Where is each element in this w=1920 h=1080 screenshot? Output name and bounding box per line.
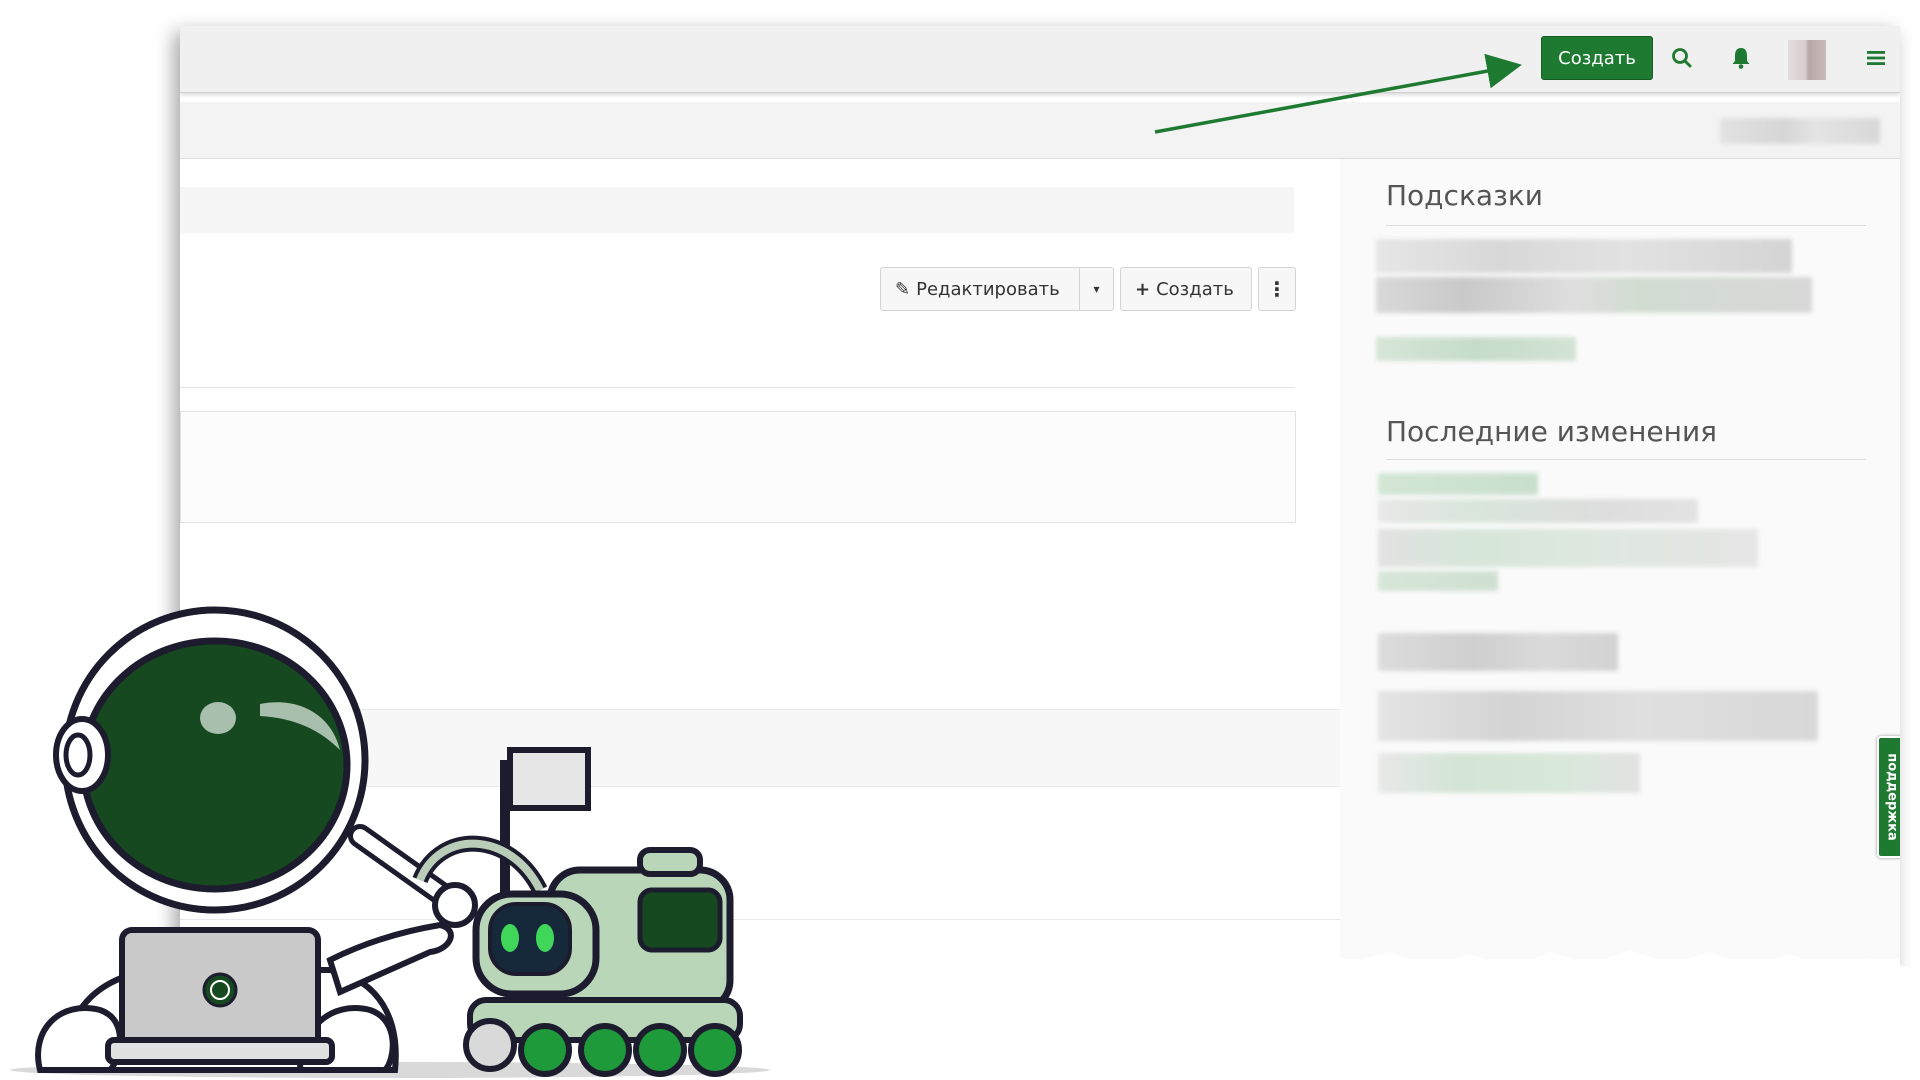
divider [180, 387, 1294, 388]
vertical-dots-icon: ⋮ [1267, 277, 1287, 301]
caret-down-icon: ▾ [1093, 282, 1100, 296]
recent-item-blurred [1378, 529, 1758, 567]
create-button-top[interactable]: Создать [1541, 36, 1653, 80]
recent-item-blurred [1378, 633, 1618, 671]
recent-changes-title: Последние изменения [1386, 415, 1718, 448]
create-button-label: Создать [1156, 278, 1234, 300]
hint-link-blurred [1376, 337, 1576, 361]
content-panel [180, 411, 1296, 523]
hint-text-blurred [1376, 277, 1812, 313]
support-tab[interactable]: поддержка [1877, 736, 1900, 858]
edit-button-label: Редактировать [916, 278, 1060, 300]
plus-icon: + [1135, 278, 1151, 300]
recent-item-blurred [1378, 753, 1640, 793]
divider [1386, 459, 1866, 460]
divider [1386, 225, 1866, 226]
page-title-strip [180, 187, 1294, 233]
hint-text-blurred [1376, 239, 1792, 273]
user-avatar[interactable] [1788, 40, 1826, 80]
search-icon[interactable] [1668, 44, 1696, 72]
bell-icon[interactable] [1727, 44, 1755, 72]
breadcrumb-blurred [1720, 118, 1880, 144]
create-button[interactable]: + Создать [1120, 267, 1252, 311]
recent-item-blurred [1378, 473, 1538, 495]
recent-item-blurred [1378, 499, 1698, 523]
more-options-button[interactable]: ⋮ [1258, 267, 1296, 311]
hints-title: Подсказки [1386, 179, 1544, 212]
edit-dropdown-toggle[interactable]: ▾ [1080, 267, 1114, 311]
pencil-icon: ✎ [895, 278, 911, 300]
menu-icon[interactable] [1862, 44, 1890, 72]
recent-item-blurred [1378, 571, 1498, 591]
breadcrumb-bar [180, 102, 1900, 159]
recent-item-blurred [1378, 691, 1818, 741]
right-sidebar: Подсказки Последние изменения [1340, 159, 1900, 959]
page-actions: ✎ Редактировать ▾ + Создать ⋮ [880, 267, 1296, 311]
edit-split-button: ✎ Редактировать ▾ [880, 267, 1114, 311]
edit-button[interactable]: ✎ Редактировать [880, 267, 1080, 311]
top-navbar: Создать [180, 26, 1900, 93]
mascot-illustration [10, 606, 770, 1078]
support-tab-label: поддержка [1884, 753, 1900, 841]
